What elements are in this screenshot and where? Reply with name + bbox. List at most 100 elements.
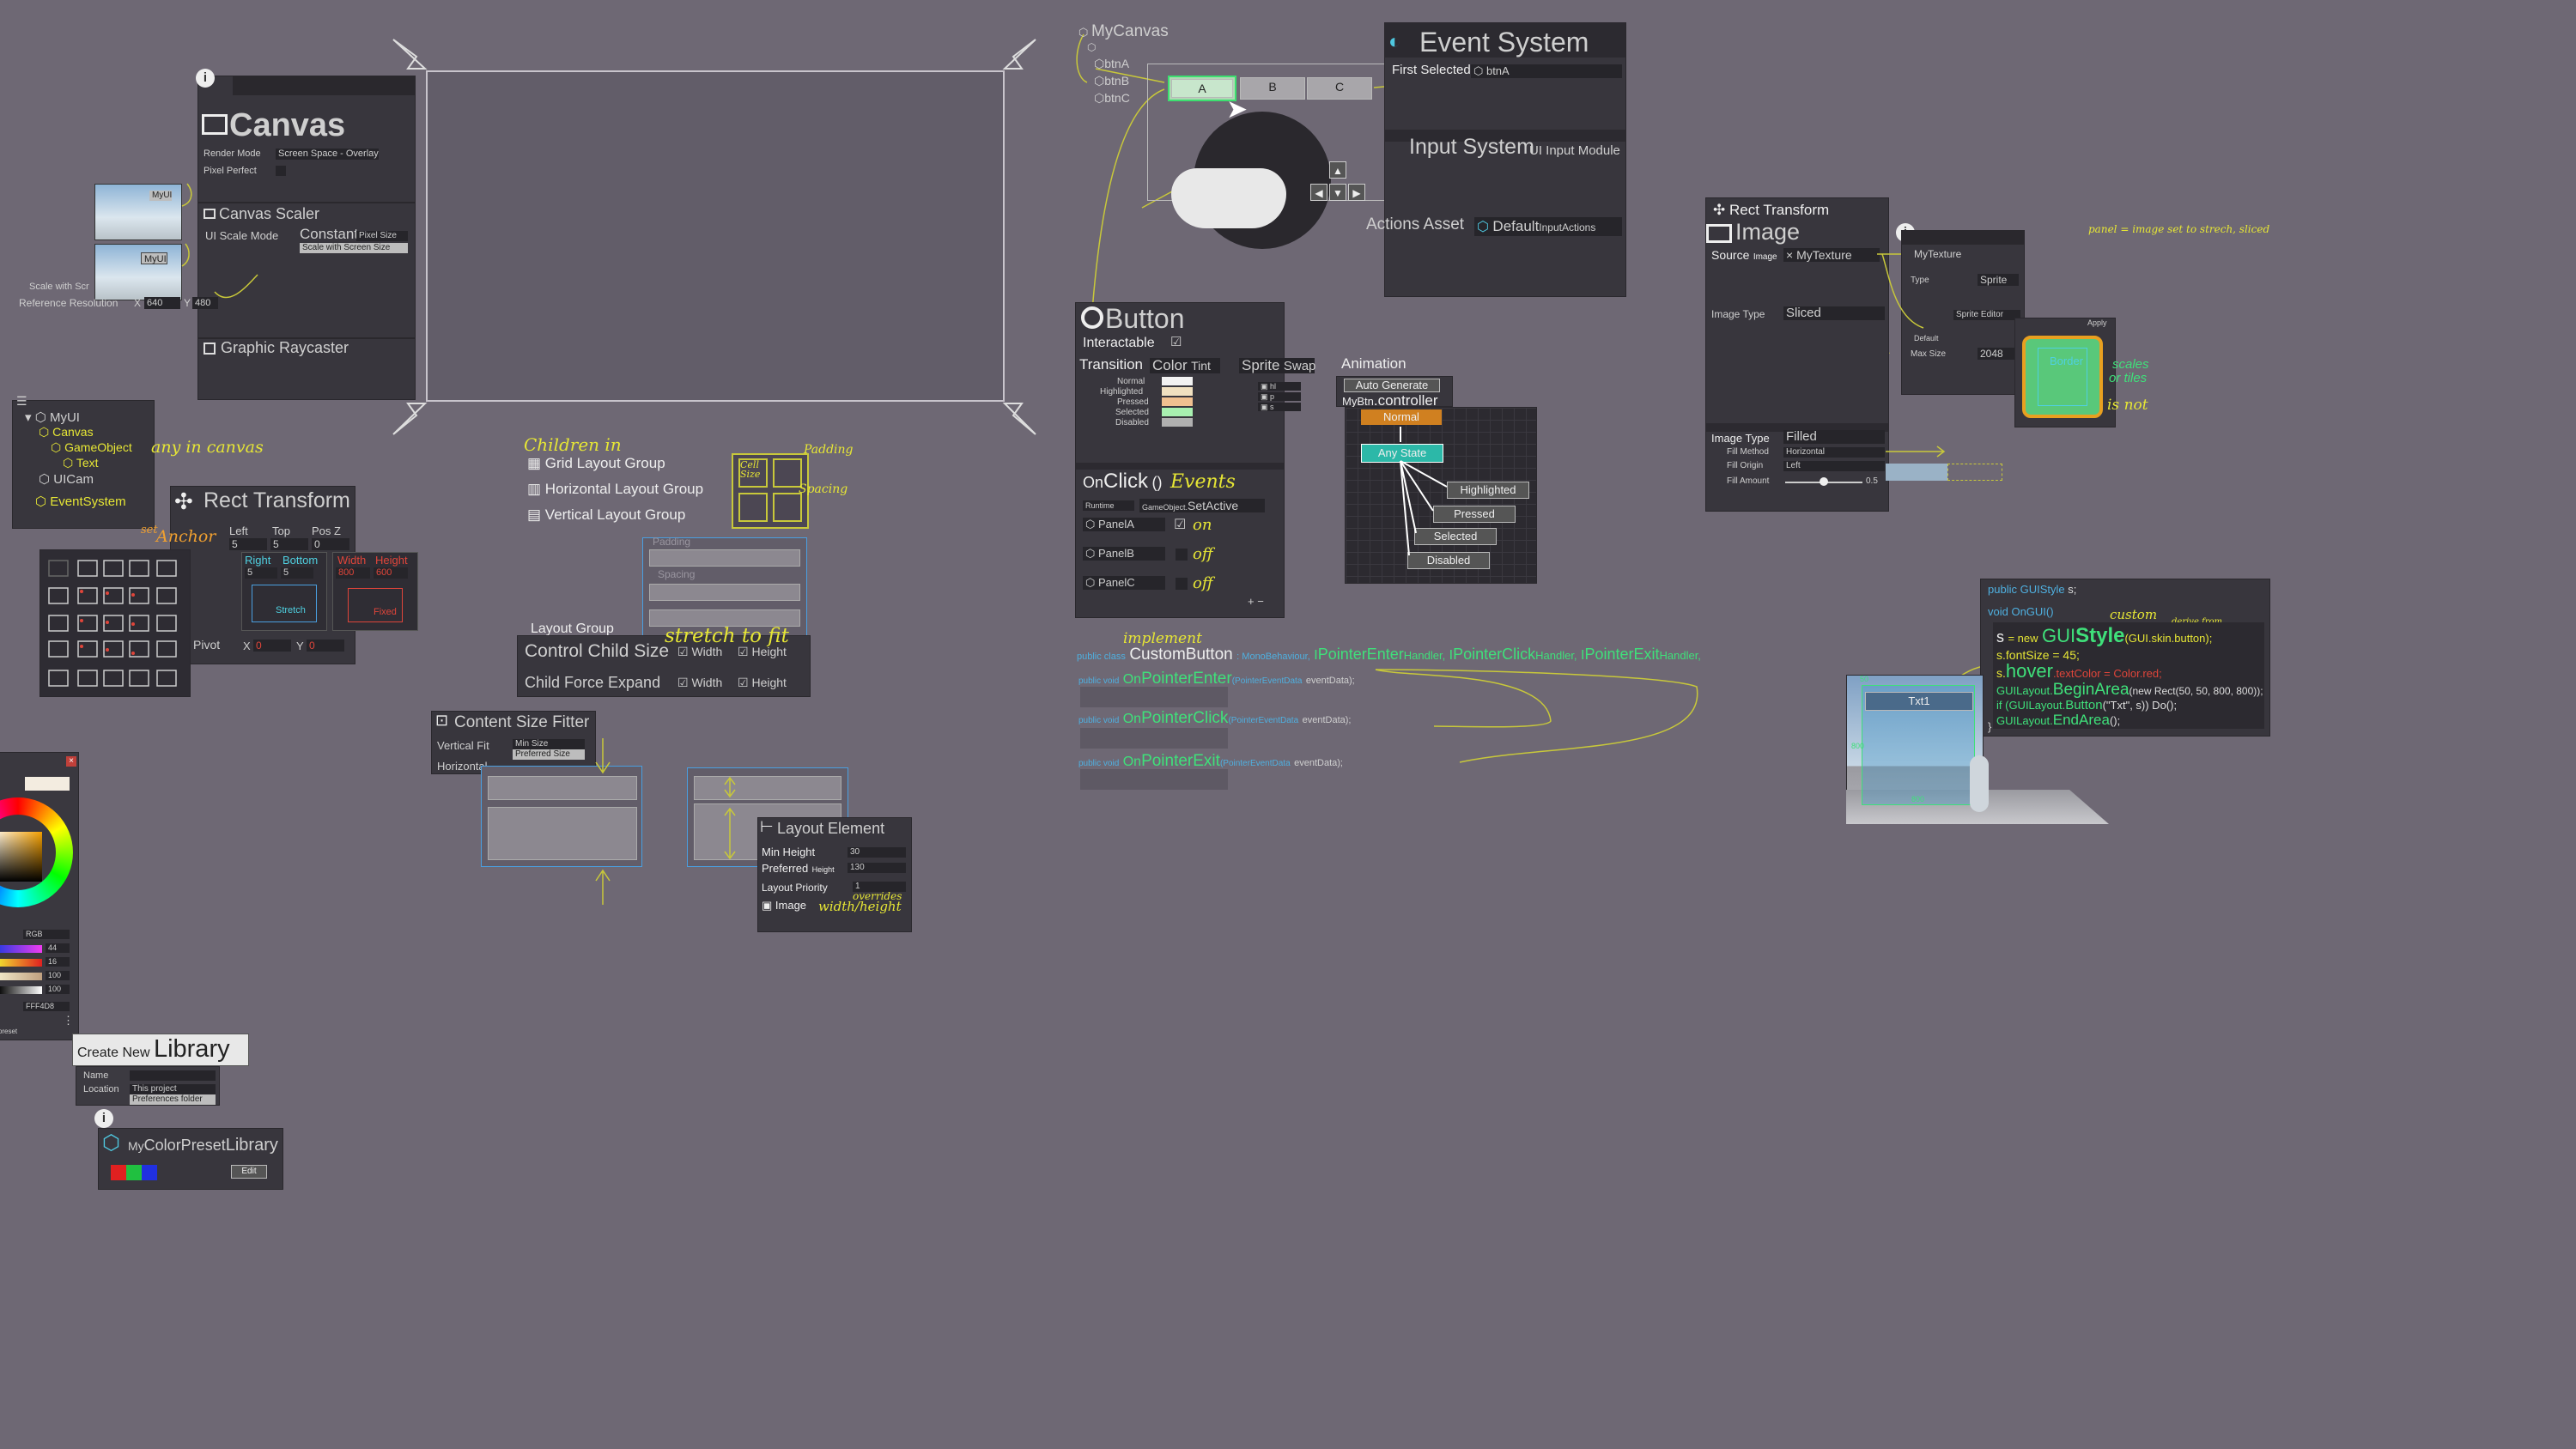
first-selected-field[interactable]: ⬡ btnA	[1471, 64, 1622, 78]
hex-field[interactable]: FFF4D8	[23, 1002, 70, 1011]
slider-r[interactable]	[0, 945, 42, 953]
rt-bottom-field[interactable]: 5	[281, 567, 313, 579]
scale-with-screen-option[interactable]: Scale with Screen Size	[300, 243, 408, 253]
sprite-editor-preview: Apply Border	[2014, 318, 2116, 427]
rt-width-field[interactable]: 800	[336, 567, 370, 579]
sprite-editor-button[interactable]: Sprite Editor	[1953, 310, 2020, 320]
texture-type-select[interactable]: Sprite	[1978, 274, 2019, 286]
panel-c-field[interactable]: ⬡ PanelC	[1083, 576, 1165, 590]
cfe-height-toggle[interactable]: ☑ Height	[738, 676, 787, 690]
image-type-select[interactable]: Sliced	[1783, 306, 1885, 320]
fill-amount-value[interactable]: 0.5	[1866, 476, 1878, 486]
sprite-apply-button[interactable]: Apply	[2087, 318, 2107, 327]
auto-generate-button[interactable]: Auto Generate	[1344, 379, 1440, 392]
panel-a-field[interactable]: ⬡ PanelA	[1083, 518, 1165, 531]
ui-scale-mode-value[interactable]: Constant	[300, 226, 358, 243]
hierarchy-item-uicam[interactable]: ⬡ UICam	[39, 471, 94, 487]
slider-g[interactable]	[0, 959, 42, 967]
fill-amount-slider-thumb[interactable]	[1820, 477, 1828, 486]
sprite-swap-field[interactable]: Sprite Swap	[1239, 358, 1315, 373]
hierarchy-item-canvas[interactable]: ⬡ Canvas	[39, 425, 94, 440]
sprite-hl-field[interactable]: ▣ hl	[1258, 382, 1301, 391]
reference-y-field[interactable]: 480	[192, 297, 218, 309]
panel-c-checkbox[interactable]	[1176, 578, 1188, 590]
info-icon[interactable]: i	[196, 69, 215, 88]
preferred-height-field[interactable]: 130	[848, 863, 906, 873]
fill-origin-select[interactable]: Left	[1783, 461, 1885, 471]
dpad-left-icon[interactable]: ◀	[1310, 184, 1327, 201]
actions-asset-field[interactable]: ⬡ DefaultInputActions	[1474, 217, 1622, 236]
rt-left-field[interactable]: 5	[229, 538, 267, 550]
image-type2-select[interactable]: Filled	[1783, 430, 1885, 444]
button-b[interactable]: B	[1240, 77, 1305, 100]
rt-top-field[interactable]: 5	[270, 538, 308, 550]
dpad-down-icon[interactable]: ▼	[1329, 184, 1346, 201]
color-picker-menu-icon[interactable]: ⋮	[63, 1014, 74, 1028]
slider-b[interactable]	[0, 973, 42, 980]
mycanvas-root[interactable]: ⬡ MyCanvas	[1078, 22, 1169, 41]
color-picker-close-icon[interactable]: ×	[66, 756, 76, 767]
preferred-size-option[interactable]: Preferred Size	[513, 749, 585, 760]
saturation-square[interactable]	[0, 832, 42, 882]
library-info-icon[interactable]: i	[94, 1109, 113, 1128]
color-preset-library-asset[interactable]: ⬡ MyColorPresetLibrary Edit	[98, 1128, 283, 1190]
library-name-field[interactable]	[130, 1070, 216, 1081]
panel-b-field[interactable]: ⬡ PanelB	[1083, 547, 1165, 561]
slider-a-value[interactable]: 100	[46, 985, 70, 994]
mycanvas-item-btna[interactable]: ⬡btnA	[1094, 57, 1129, 71]
add-remove-listener[interactable]: + −	[1248, 595, 1264, 608]
hierarchy-item-eventsystem[interactable]: ⬡ EventSystem	[35, 494, 126, 509]
source-image-field[interactable]: × MyTexture	[1783, 248, 1880, 262]
reference-x-field[interactable]: 640	[144, 297, 180, 309]
state-highlighted-color[interactable]	[1162, 387, 1193, 396]
interactable-checkbox[interactable]: ☑	[1170, 334, 1182, 349]
rt-right-field[interactable]: 5	[245, 567, 277, 579]
rt-posz-field[interactable]: 0	[312, 538, 349, 550]
anchor-presets-grid[interactable]	[39, 549, 191, 697]
color-tint-field[interactable]: Color Tint	[1150, 358, 1220, 373]
state-disabled-color[interactable]	[1162, 418, 1193, 427]
gui-scene-txt-button[interactable]: Txt1	[1865, 692, 1973, 711]
new-preset-hint[interactable]: Click to add new preset	[0, 1028, 17, 1035]
runtime-select[interactable]: Runtime	[1083, 500, 1134, 511]
rt-pivot-x-field[interactable]: 0	[253, 640, 291, 652]
sprite-s-field[interactable]: ▣ s	[1258, 403, 1301, 411]
code-l3-s: s	[1996, 628, 2004, 646]
rt-height-field[interactable]: 600	[374, 567, 408, 579]
color-mode-select[interactable]: RGB	[23, 930, 70, 939]
hierarchy-menu-icon[interactable]: ☰	[16, 394, 27, 409]
panel-b-checkbox[interactable]	[1176, 549, 1188, 561]
library-edit-button[interactable]: Edit	[231, 1165, 267, 1179]
state-normal-color[interactable]	[1162, 377, 1193, 385]
sprite-p-field[interactable]: ▣ p	[1258, 392, 1301, 401]
library-location-option[interactable]: Preferences folder	[130, 1094, 216, 1105]
max-size-select[interactable]: 2048	[1978, 348, 2019, 360]
min-height-field[interactable]: 30	[848, 847, 906, 858]
panel-a-checkbox[interactable]: ☑	[1174, 516, 1186, 533]
vertical-fit-select[interactable]: Min Size	[513, 739, 585, 749]
mycanvas-item-btnc[interactable]: ⬡btnC	[1094, 91, 1130, 106]
fill-method-select[interactable]: Horizontal	[1783, 447, 1885, 458]
state-selected-color[interactable]	[1162, 408, 1193, 416]
library-location-select[interactable]: This project	[130, 1084, 216, 1094]
mycanvas-item-btnb[interactable]: ⬡btnB	[1094, 74, 1129, 88]
button-a[interactable]: A	[1171, 79, 1233, 98]
slider-b-value[interactable]: 100	[46, 971, 70, 980]
hierarchy-item-myui[interactable]: ▾ ⬡ MyUI	[25, 409, 80, 425]
render-mode-select[interactable]: Screen Space - Overlay	[276, 149, 379, 160]
platform-default-tab[interactable]: Default	[1914, 334, 1939, 343]
slider-g-value[interactable]: 16	[46, 957, 70, 967]
slider-r-value[interactable]: 44	[46, 943, 70, 953]
state-pressed-color[interactable]	[1162, 397, 1193, 406]
hierarchy-item-gameobject[interactable]: ⬡ GameObject	[51, 440, 132, 455]
rt-pivot-y-field[interactable]: 0	[307, 640, 344, 652]
cfe-width-toggle[interactable]: ☑ Width	[677, 676, 722, 690]
button-c[interactable]: C	[1307, 77, 1372, 100]
animation-option[interactable]: Animation	[1341, 355, 1406, 373]
function-select[interactable]: GameObject.SetActive	[1139, 499, 1265, 512]
slider-a[interactable]	[0, 986, 42, 994]
dpad-right-icon[interactable]: ▶	[1348, 184, 1365, 201]
pixel-perfect-checkbox[interactable]	[276, 166, 286, 176]
hierarchy-item-text[interactable]: ⬡ Text	[63, 456, 99, 470]
dpad-up-icon[interactable]: ▲	[1329, 161, 1346, 179]
